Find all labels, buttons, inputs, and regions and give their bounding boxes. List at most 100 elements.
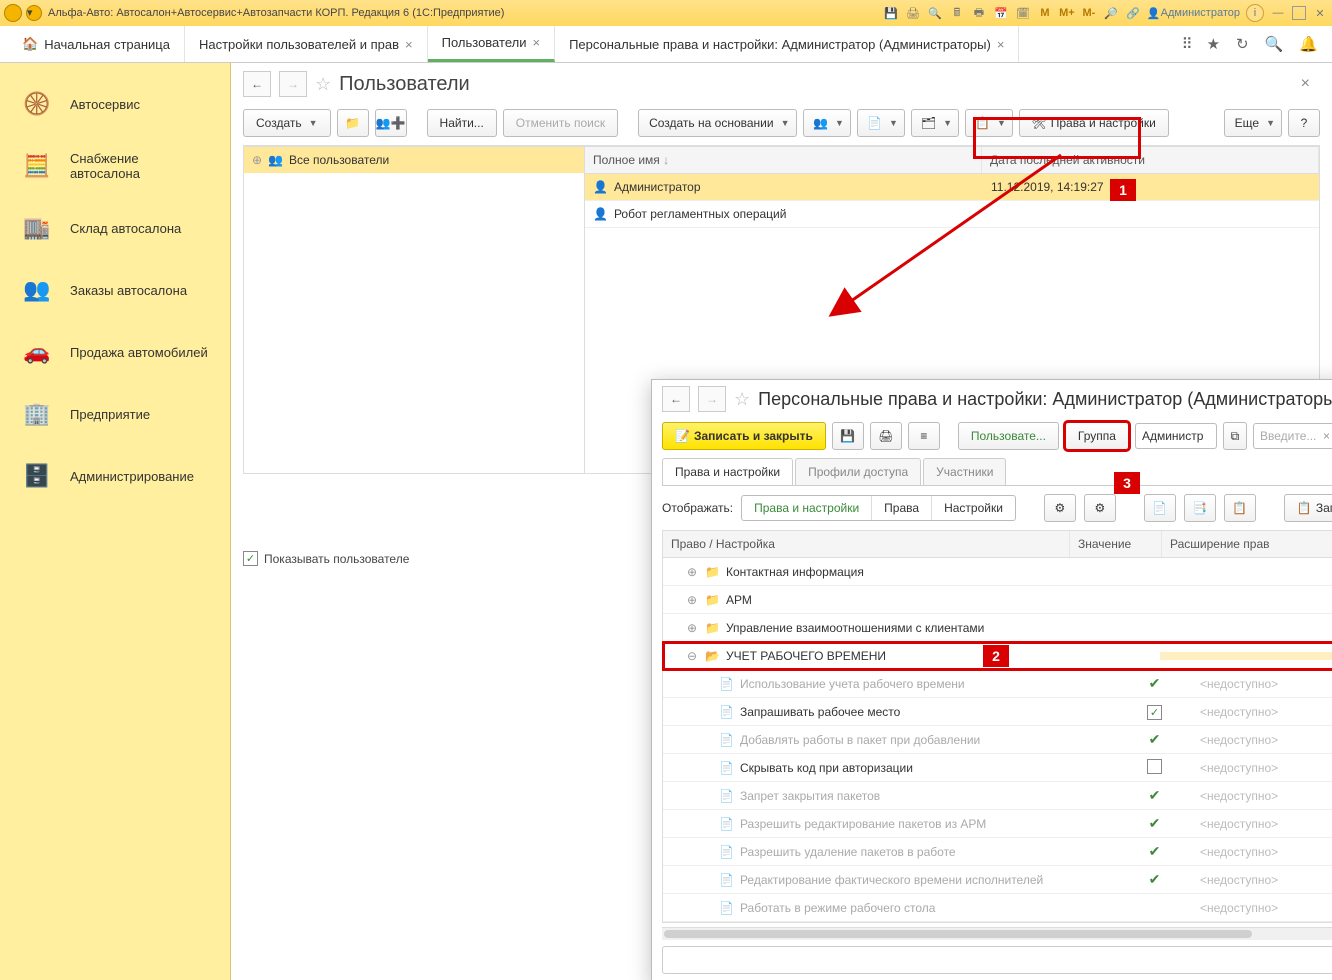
save-icon[interactable]: 💾 bbox=[883, 5, 899, 21]
right-item-row[interactable]: 📄Использование учета рабочего времени✔<н… bbox=[663, 670, 1332, 698]
find-button[interactable]: Найти... bbox=[427, 109, 497, 137]
print-button[interactable]: 🖨 bbox=[870, 422, 902, 450]
col-value[interactable]: Значение bbox=[1070, 531, 1162, 557]
notifications-icon[interactable]: 🔔 bbox=[1299, 35, 1318, 53]
tab-home[interactable]: 🏠 Начальная страница bbox=[8, 26, 185, 62]
sub-nav-back[interactable]: ← bbox=[662, 386, 690, 412]
col-right-setting[interactable]: Право / Настройка bbox=[663, 531, 1070, 557]
admin-input[interactable]: Администр bbox=[1135, 423, 1217, 449]
close-icon[interactable]: × bbox=[405, 37, 413, 52]
compare-icon[interactable]: 🖩 bbox=[949, 5, 965, 21]
seg-settings[interactable]: Настройки bbox=[932, 496, 1015, 520]
maximize-icon[interactable] bbox=[1292, 6, 1306, 20]
seg-rights[interactable]: Права bbox=[872, 496, 932, 520]
create-folder-button[interactable]: 📁 bbox=[337, 109, 369, 137]
right-item-row[interactable]: 📄Запрет закрытия пакетов✔<недоступно> bbox=[663, 782, 1332, 810]
sub-nav-fwd[interactable]: → bbox=[698, 386, 726, 412]
fill-default-button[interactable]: 📋 Заполнить по умолчанию bbox=[1284, 494, 1332, 522]
horizontal-scrollbar[interactable] bbox=[662, 927, 1332, 940]
more-button[interactable]: Еще▼ bbox=[1224, 109, 1282, 137]
user-row[interactable]: 👤Администратор 11.12.2019, 14:19:27 bbox=[585, 174, 1319, 201]
favorite-star-icon[interactable]: ☆ bbox=[315, 74, 331, 95]
list-button[interactable]: ≡ bbox=[908, 422, 940, 450]
mplus-icon[interactable]: M+ bbox=[1059, 5, 1075, 21]
m-icon[interactable]: M bbox=[1037, 5, 1053, 21]
apps-icon[interactable]: ⠿ bbox=[1182, 35, 1191, 53]
col-fullname[interactable]: Полное имя bbox=[585, 147, 982, 173]
nav-forward-button[interactable]: → bbox=[279, 71, 307, 97]
copy-users-button[interactable]: 👥➕ bbox=[375, 109, 407, 137]
close-icon[interactable]: × bbox=[532, 35, 540, 50]
right-item-row[interactable]: 📄Разрешить редактирование пакетов из АРМ… bbox=[663, 810, 1332, 838]
calendar-icon[interactable]: 📅 bbox=[993, 5, 1009, 21]
calendar2-icon[interactable]: 🗓 bbox=[1015, 5, 1031, 21]
save-button[interactable]: 💾 bbox=[832, 422, 864, 450]
close-window-icon[interactable]: ✕ bbox=[1312, 5, 1328, 21]
users-action2-button[interactable]: 📄▼ bbox=[857, 109, 905, 137]
users-action1-button[interactable]: 👥▼ bbox=[803, 109, 851, 137]
folder-row[interactable]: ⊕📁Контактная информация bbox=[663, 558, 1332, 586]
itab-rights[interactable]: Права и настройки bbox=[662, 458, 793, 485]
right-item-row[interactable]: 📄Запрашивать рабочее место✓<недоступно> bbox=[663, 698, 1332, 726]
folder-row-highlighted[interactable]: ⊖📂УЧЕТ РАБОЧЕГО ВРЕМЕНИ bbox=[663, 642, 1332, 670]
help-button[interactable]: ? bbox=[1288, 109, 1320, 137]
tab-personal-rights[interactable]: Персональные права и настройки: Админист… bbox=[555, 26, 1019, 62]
nav-back-button[interactable]: ← bbox=[243, 71, 271, 97]
create-button[interactable]: Создать▼ bbox=[243, 109, 331, 137]
sidebar-item-sales[interactable]: 🚗Продажа автомобилей bbox=[0, 321, 230, 383]
users-action4-button[interactable]: 📋▼ bbox=[965, 109, 1013, 137]
right-item-row[interactable]: 📄Работать в режиме рабочего стола<недост… bbox=[663, 894, 1332, 922]
link-icon[interactable]: 🔗 bbox=[1125, 5, 1141, 21]
filter-btn1[interactable]: ⚙ bbox=[1044, 494, 1076, 522]
print-icon[interactable]: 🖨 bbox=[905, 5, 921, 21]
folder-row[interactable]: ⊕📁Управление взаимоотношениями с клиента… bbox=[663, 614, 1332, 642]
filter-btn2[interactable]: ⚙ bbox=[1084, 494, 1116, 522]
itab-profiles[interactable]: Профили доступа bbox=[795, 458, 921, 485]
filter-btn4[interactable]: 📑 bbox=[1184, 494, 1216, 522]
group-button[interactable]: Группа bbox=[1065, 422, 1129, 450]
create-based-button[interactable]: Создать на основании▼ bbox=[638, 109, 796, 137]
rights-settings-button[interactable]: 🛠 Права и настройки bbox=[1019, 109, 1169, 137]
right-item-row[interactable]: 📄Скрывать код при авторизации<недоступно… bbox=[663, 754, 1332, 782]
sidebar-item-warehouse[interactable]: 🏬Склад автосалона bbox=[0, 197, 230, 259]
app-dropdown-icon[interactable]: ▾ bbox=[26, 5, 42, 21]
users-action3-button[interactable]: 🗂▼ bbox=[911, 109, 959, 137]
preview-icon[interactable]: 🔍 bbox=[927, 5, 943, 21]
user-row[interactable]: 👤Робот регламентных операций bbox=[585, 201, 1319, 228]
save-close-button[interactable]: 📝 Записать и закрыть bbox=[662, 422, 826, 450]
favorites-icon[interactable]: ★ bbox=[1207, 35, 1220, 53]
footer-search-input[interactable] bbox=[662, 946, 1332, 974]
history-icon[interactable]: ↻ bbox=[1236, 35, 1249, 53]
right-item-row[interactable]: 📄Редактирование фактического времени исп… bbox=[663, 866, 1332, 894]
search-icon[interactable]: 🔍 bbox=[1265, 35, 1284, 53]
sub-star-icon[interactable]: ☆ bbox=[734, 389, 750, 410]
user-label[interactable]: 👤 Администратор bbox=[1147, 5, 1240, 21]
sidebar-item-enterprise[interactable]: 🏢Предприятие bbox=[0, 383, 230, 445]
printer2-icon[interactable]: 🖶 bbox=[971, 5, 987, 21]
sidebar-item-orders[interactable]: 👥Заказы автосалона bbox=[0, 259, 230, 321]
open-ref-button[interactable]: ⧉ bbox=[1223, 422, 1247, 450]
folder-row[interactable]: ⊕📁АРМ bbox=[663, 586, 1332, 614]
cancel-find-button[interactable]: Отменить поиск bbox=[503, 109, 618, 137]
itab-members[interactable]: Участники bbox=[923, 458, 1006, 485]
minimize-icon[interactable]: — bbox=[1270, 5, 1286, 21]
right-item-row[interactable]: 📄Добавлять работы в пакет при добавлении… bbox=[663, 726, 1332, 754]
tab-settings-users-rights[interactable]: Настройки пользователей и прав× bbox=[185, 26, 428, 62]
tab-users[interactable]: Пользователи× bbox=[428, 26, 555, 62]
checkbox-icon[interactable]: ✓ bbox=[243, 551, 258, 566]
seg-rights-settings[interactable]: Права и настройки bbox=[742, 496, 872, 520]
sidebar-item-admin[interactable]: 🗄️Администрирование bbox=[0, 445, 230, 507]
enter-input[interactable]: Введите...× bbox=[1253, 423, 1332, 449]
tree-root-row[interactable]: ⊕👥Все пользователи bbox=[244, 147, 584, 173]
sidebar-item-supply[interactable]: 🧮Снабжение автосалона bbox=[0, 135, 230, 197]
show-users-checkbox-row[interactable]: ✓ Показывать пользователе bbox=[243, 551, 409, 566]
mminus-icon[interactable]: M- bbox=[1081, 5, 1097, 21]
sidebar-item-autoservice[interactable]: 🛞Автосервис bbox=[0, 73, 230, 135]
filter-btn5[interactable]: 📋 bbox=[1224, 494, 1256, 522]
user-button[interactable]: Пользовате... bbox=[958, 422, 1059, 450]
filter-btn3[interactable]: 📄 bbox=[1144, 494, 1176, 522]
close-icon[interactable]: × bbox=[997, 37, 1005, 52]
zoom-icon[interactable]: 🔎 bbox=[1103, 5, 1119, 21]
panel-close-icon[interactable]: × bbox=[1301, 75, 1320, 93]
right-item-row[interactable]: 📄Разрешить удаление пакетов в работе✔<не… bbox=[663, 838, 1332, 866]
